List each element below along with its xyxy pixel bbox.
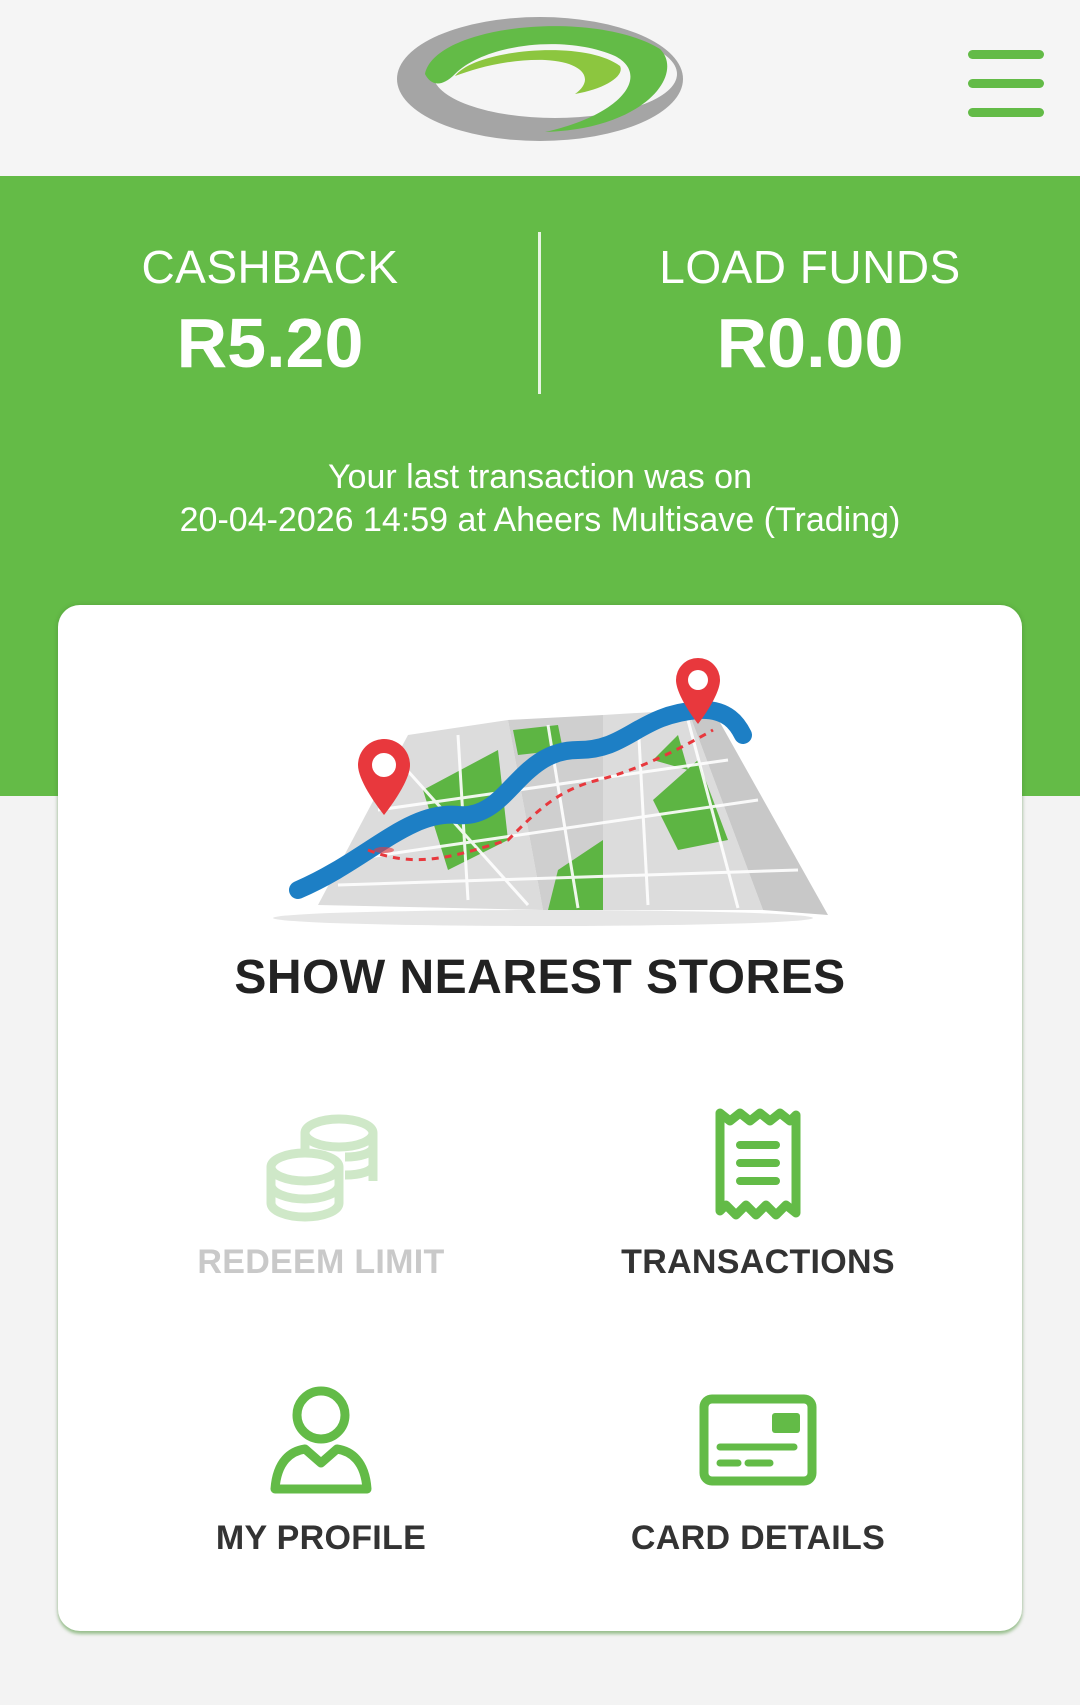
transactions-label: TRANSACTIONS (621, 1243, 895, 1281)
credit-card-icon (699, 1394, 817, 1486)
user-icon (270, 1386, 372, 1494)
redeem-limit-button[interactable]: REDEEM LIMIT (121, 1105, 521, 1325)
last-transaction-line1: Your last transaction was on (328, 458, 752, 496)
receipt-icon (715, 1108, 801, 1220)
coins-icon (266, 1114, 378, 1222)
app-header (0, 0, 1080, 176)
cashback-balance: CASHBACK R5.20 (0, 240, 540, 388)
load-funds-value: R0.00 (716, 304, 904, 382)
load-funds-balance: LOAD FUNDS R0.00 (540, 240, 1080, 388)
my-profile-label: MY PROFILE (215, 1519, 427, 1557)
transactions-button[interactable]: TRANSACTIONS (558, 1105, 958, 1325)
last-transaction-line2: 20-04-2026 14:59 at Aheers Multisave (Tr… (179, 501, 901, 539)
cashback-label: CASHBACK (141, 241, 399, 293)
brand-logo (397, 17, 683, 141)
show-nearest-stores-button[interactable]: SHOW NEAREST STORES (58, 950, 1022, 1005)
cashback-value: R5.20 (176, 304, 364, 382)
map-with-pins-icon[interactable] (258, 640, 828, 930)
load-funds-label: LOAD FUNDS (659, 241, 961, 293)
card-details-button[interactable]: CARD DETAILS (558, 1381, 958, 1601)
last-transaction-info: Your last transaction was on 20-04-2026 … (0, 456, 1080, 542)
redeem-limit-label: REDEEM LIMIT (197, 1243, 445, 1281)
my-profile-button[interactable]: MY PROFILE (121, 1381, 521, 1601)
hamburger-menu-icon[interactable] (968, 50, 1052, 120)
card-details-label: CARD DETAILS (630, 1519, 886, 1557)
actions-card: SHOW NEAREST STORES REDEEM LIMIT TRANSAC… (58, 605, 1022, 1631)
